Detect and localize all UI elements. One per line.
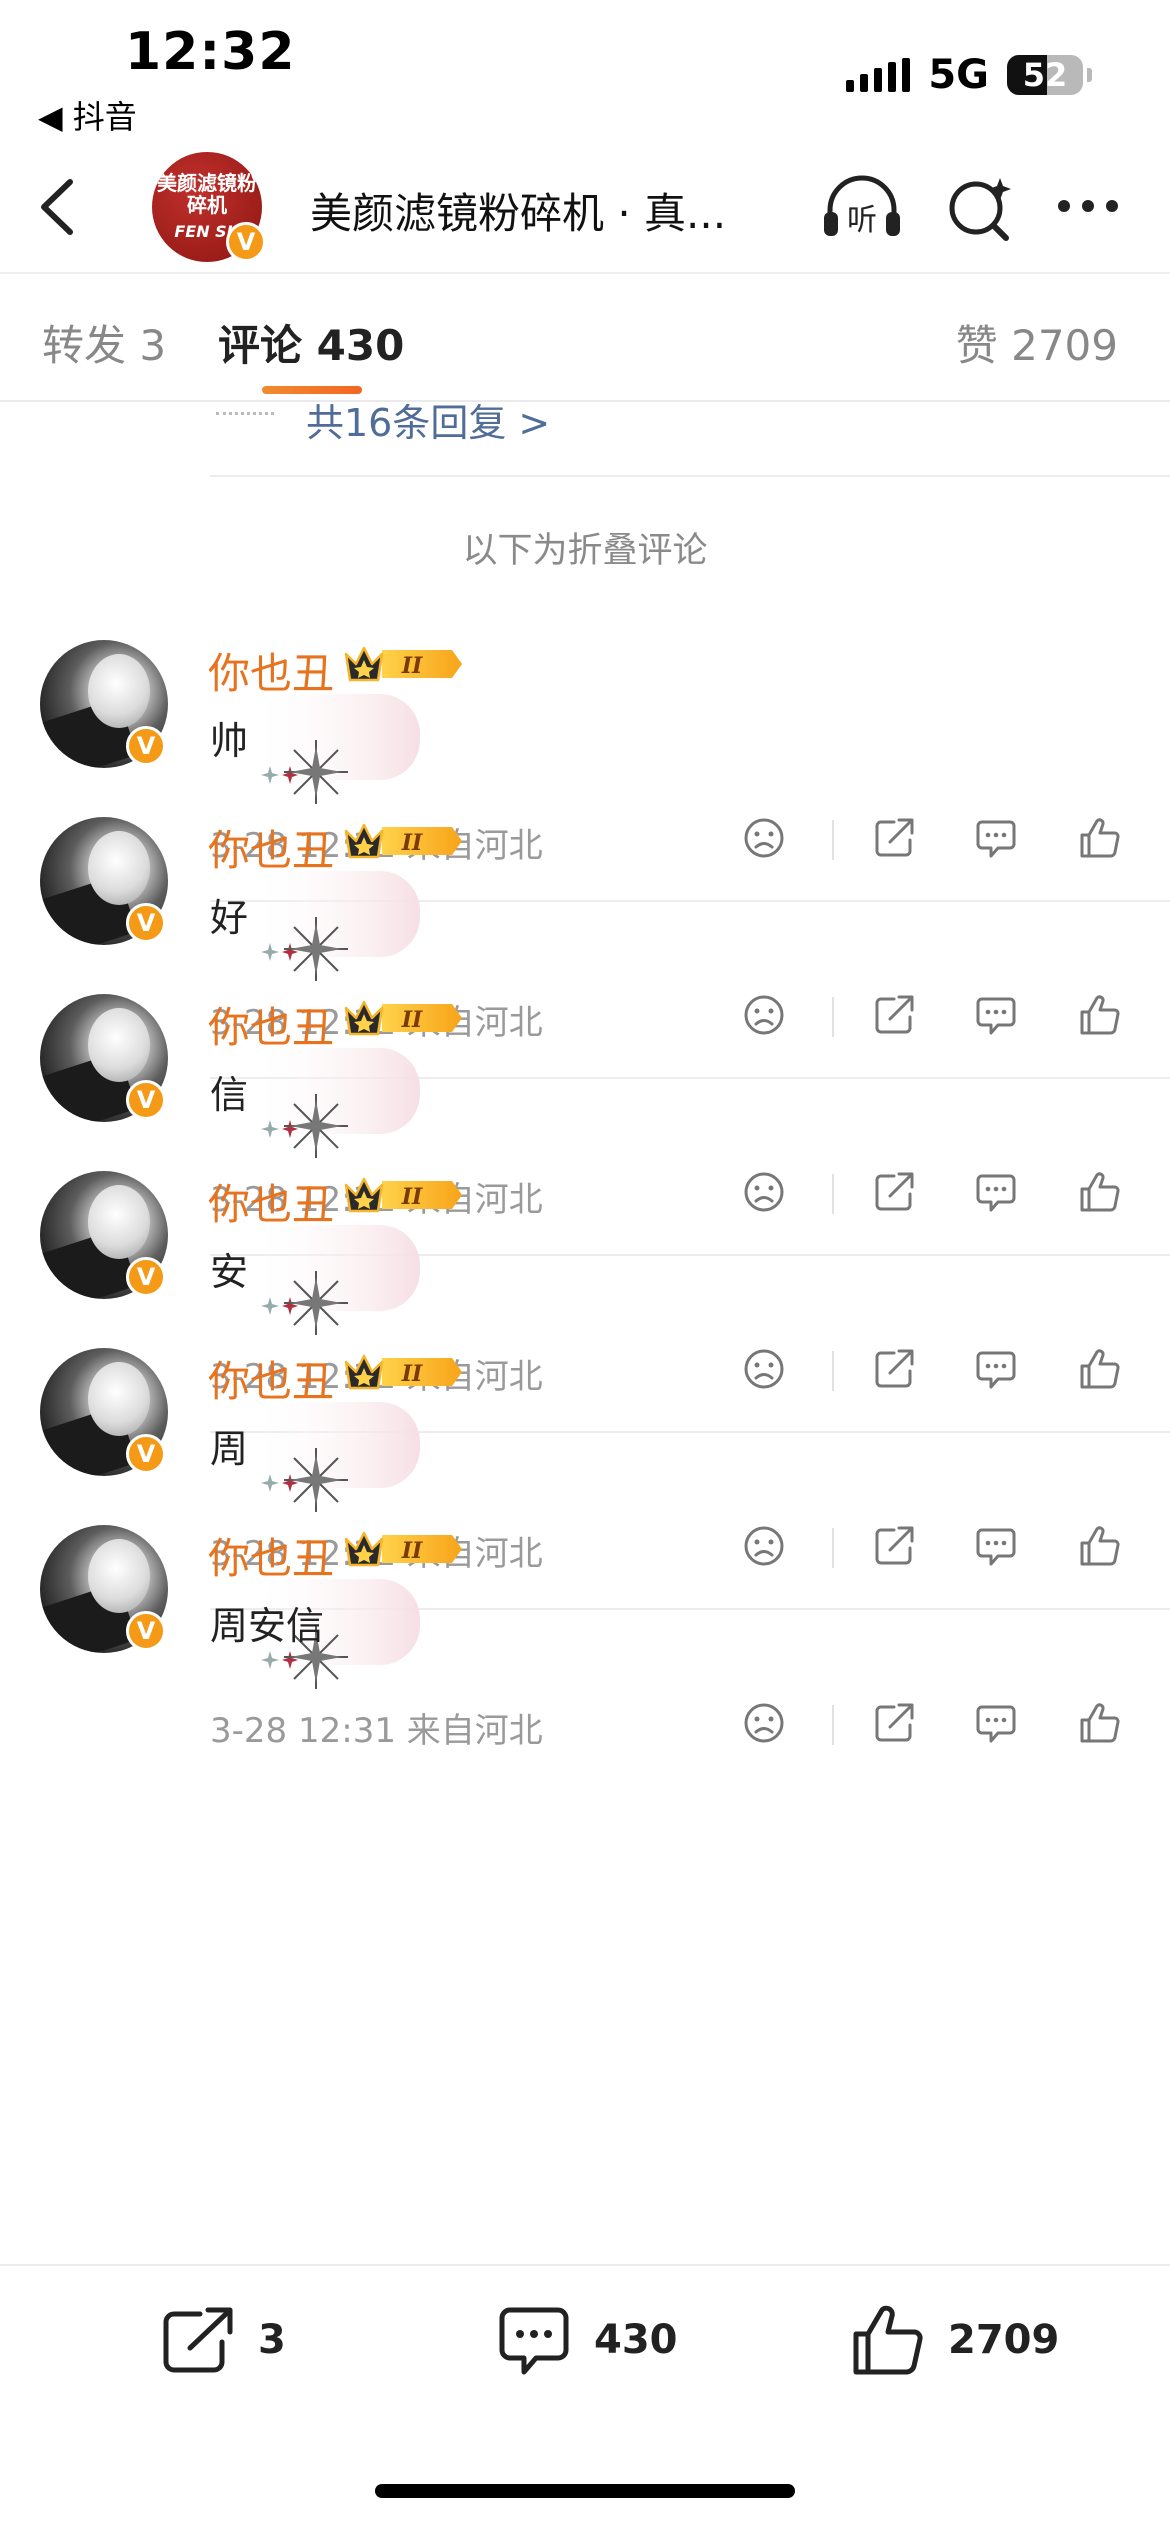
tab-comments[interactable]: 评论 430	[218, 312, 404, 373]
commenter-name[interactable]: 你也丑	[208, 1348, 334, 1409]
like-button[interactable]	[1078, 1701, 1122, 1745]
back-arrow-icon	[41, 179, 73, 235]
comment-meta: 3-28 12:31 来自河北	[210, 1711, 543, 1751]
comment-text: 帅	[210, 719, 249, 763]
network-label: 5G	[928, 52, 989, 98]
divider	[210, 475, 1170, 477]
comment-text: 安	[210, 1250, 249, 1294]
repost-action[interactable]: 3	[160, 2300, 286, 2380]
commenter-name[interactable]: 你也丑	[208, 1525, 334, 1586]
vip-crown-badge[interactable]: II	[342, 642, 464, 686]
more-button[interactable]	[1050, 172, 1134, 244]
battery-level: 52	[1022, 56, 1068, 94]
verified-badge: V	[126, 1611, 166, 1651]
svg-text:II: II	[401, 1007, 423, 1033]
comment-text: 周	[210, 1427, 249, 1471]
vip-crown-badge[interactable]: II	[342, 996, 464, 1040]
like-icon	[1078, 1703, 1122, 1749]
listen-headphones-icon: 听	[824, 175, 900, 238]
listen-button[interactable]: 听	[820, 172, 904, 244]
like-action[interactable]: 2709	[850, 2300, 1059, 2380]
comment-item[interactable]: V 你也丑 II 周安信 3-28 12:31 来自河北	[0, 1525, 1170, 1810]
back-button[interactable]	[32, 172, 82, 242]
avatar-logo-text: 美颜滤镜粉碎机	[157, 171, 257, 217]
search-button[interactable]	[940, 172, 1024, 244]
vip-crown-badge[interactable]: II	[342, 1173, 464, 1217]
signal-icon	[846, 58, 911, 92]
share-icon	[872, 1703, 916, 1749]
svg-text:II: II	[401, 830, 423, 856]
svg-text:II: II	[401, 1538, 423, 1564]
view-replies-link[interactable]: 共16条回复 >	[306, 392, 550, 447]
more-dots-icon	[1058, 200, 1118, 212]
repost-icon	[163, 2307, 233, 2373]
comment-icon	[499, 2307, 569, 2375]
verified-badge: V	[126, 1434, 166, 1474]
folded-comments-label: 以下为折叠评论	[462, 531, 708, 571]
dislike-icon	[742, 1703, 786, 1749]
like-thumb-icon	[853, 2305, 923, 2375]
dislike-button[interactable]	[742, 1701, 786, 1745]
svg-text:II: II	[401, 1361, 423, 1387]
verified-badge: V	[226, 222, 266, 262]
comment-count: 430	[594, 2317, 678, 2363]
reply-icon	[974, 1705, 1018, 1749]
listen-label: 听	[847, 203, 877, 238]
commenter-name[interactable]: 你也丑	[208, 640, 334, 701]
vip-crown-badge[interactable]: II	[342, 1527, 464, 1571]
search-sparkle-icon	[949, 178, 1011, 241]
comment-action[interactable]: 430	[496, 2300, 678, 2380]
share-button[interactable]	[872, 1701, 916, 1745]
svg-text:II: II	[401, 653, 423, 679]
back-to-app-link[interactable]: ◀ 抖音	[38, 92, 137, 138]
commenter-name[interactable]: 你也丑	[208, 1171, 334, 1232]
vip-crown-badge[interactable]: II	[342, 819, 464, 863]
vip-crown-badge[interactable]: II	[342, 1350, 464, 1394]
like-count: 2709	[948, 2317, 1060, 2363]
comment-text: 周安信	[210, 1604, 325, 1648]
status-indicators: 5G 52	[846, 52, 1092, 98]
reply-button[interactable]	[974, 1701, 1018, 1745]
commenter-name[interactable]: 你也丑	[208, 994, 334, 1055]
home-indicator[interactable]	[375, 2484, 795, 2498]
page-title[interactable]: 美颜滤镜粉碎机 · 真...	[310, 180, 726, 241]
comment-text: 好	[210, 896, 249, 940]
verified-badge: V	[126, 903, 166, 943]
reply-thread-line	[216, 412, 274, 415]
svg-text:II: II	[401, 1184, 423, 1210]
battery-icon: 52	[1007, 55, 1083, 95]
verified-badge: V	[126, 1080, 166, 1120]
comment-text: 信	[210, 1073, 249, 1117]
commenter-name[interactable]: 你也丑	[208, 817, 334, 878]
tab-likes[interactable]: 赞 2709	[956, 312, 1118, 373]
verified-badge: V	[126, 1257, 166, 1297]
tab-repost[interactable]: 转发 3	[42, 312, 166, 373]
verified-badge: V	[126, 726, 166, 766]
repost-count: 3	[258, 2317, 286, 2363]
status-time: 12:32	[125, 22, 296, 82]
